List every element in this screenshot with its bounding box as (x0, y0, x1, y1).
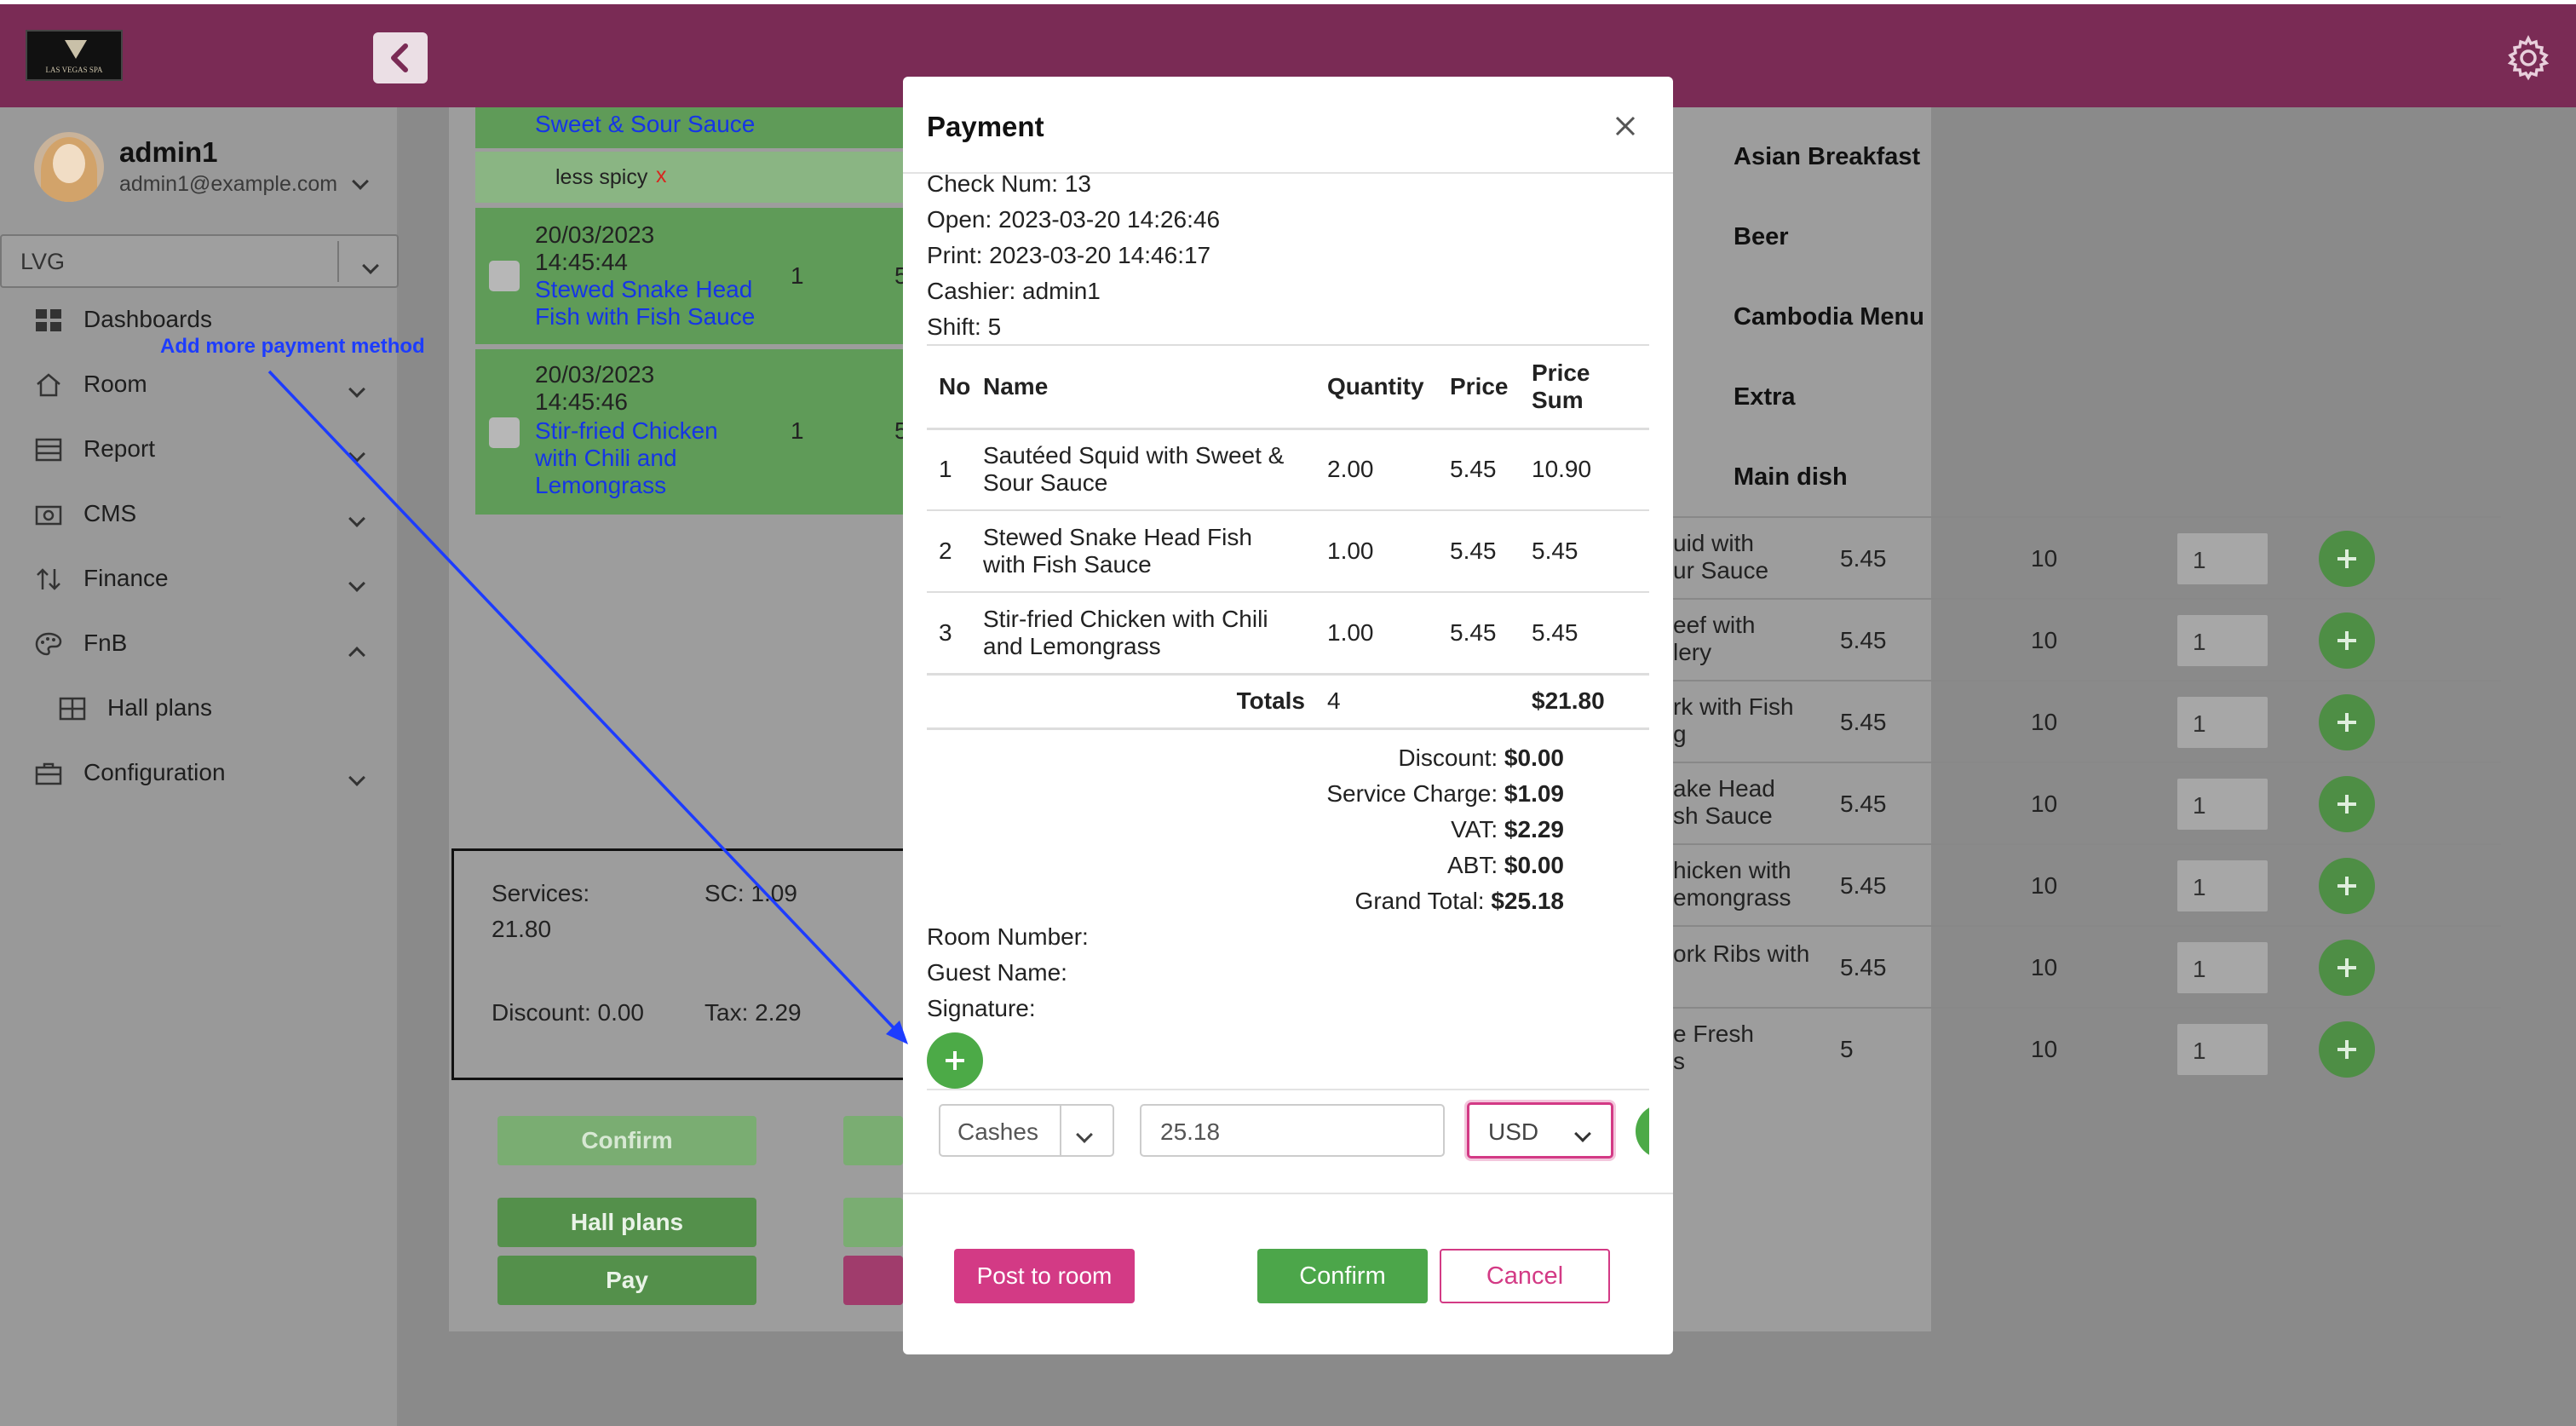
annotation-arrow-icon (267, 370, 908, 1044)
